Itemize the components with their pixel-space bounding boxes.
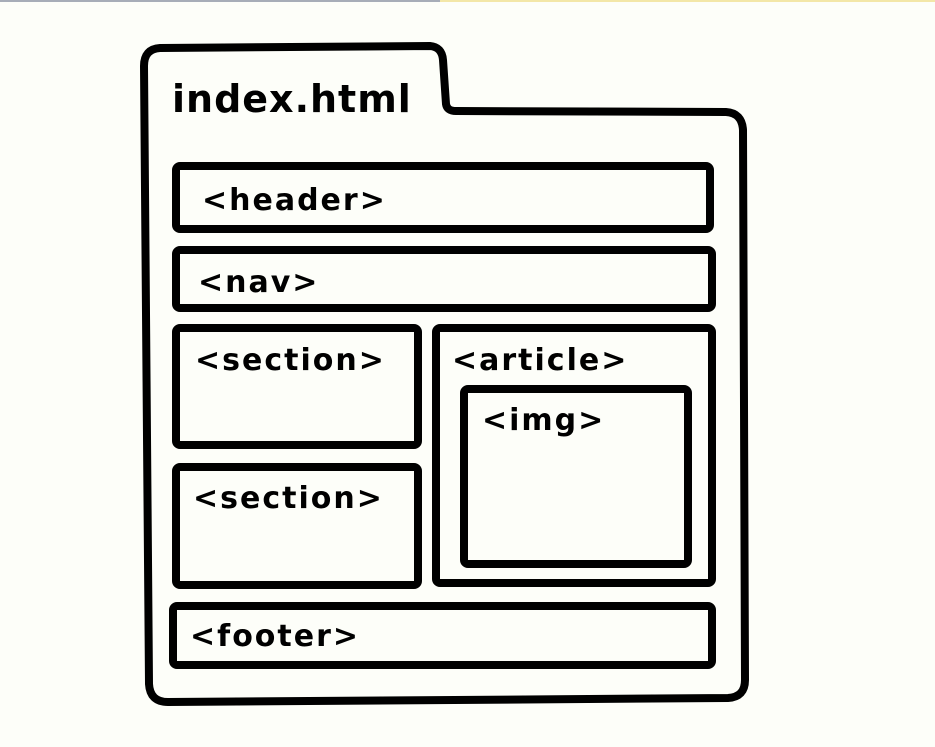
article-label: <article> (452, 343, 628, 378)
footer-label: <footer> (190, 619, 360, 654)
img-label: <img> (482, 403, 605, 438)
nav-label: <nav> (198, 265, 319, 300)
section-label-2: <section> (193, 481, 384, 516)
section-label-1: <section> (195, 343, 386, 378)
header-label: <header> (202, 183, 387, 218)
file-name-label: index.html (172, 77, 412, 121)
html-layout-diagram: index.html <header> <nav> <section> <sec… (140, 42, 749, 706)
